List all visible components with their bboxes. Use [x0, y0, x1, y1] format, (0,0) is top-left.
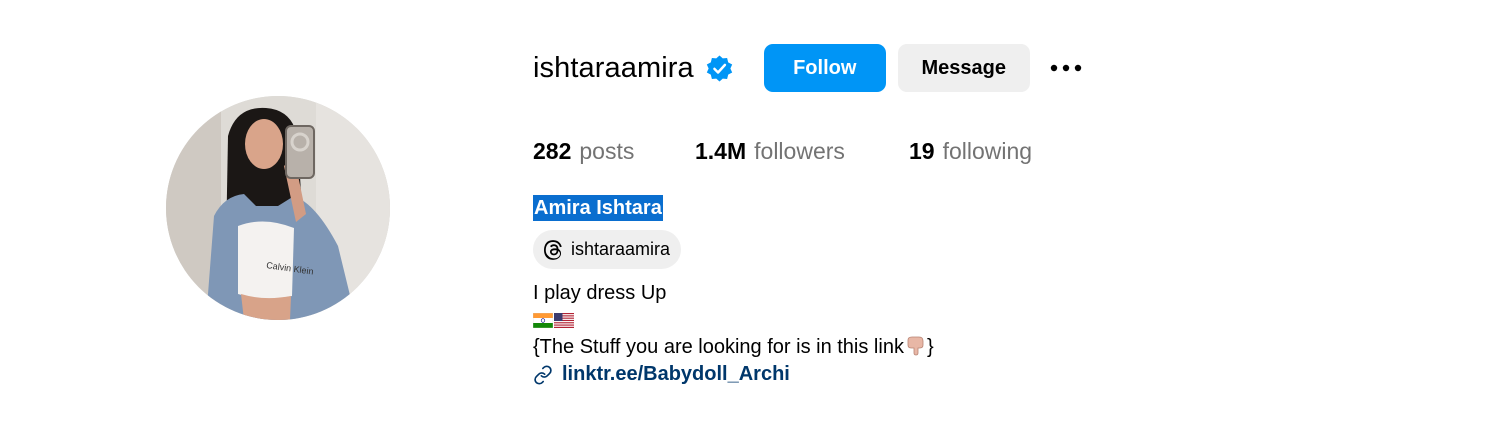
external-link[interactable]: linktr.ee/Babydoll_Archi [562, 361, 790, 388]
bio-line-3: {The Stuff you are looking for is in thi… [533, 334, 934, 361]
followers-label: followers [754, 138, 845, 164]
bio-line-3-text: {The Stuff you are looking for is in thi… [533, 336, 904, 358]
full-name: Amira Ishtara [533, 195, 663, 221]
posts-count: 282 [533, 138, 572, 164]
link-icon [534, 364, 552, 385]
followers-count: 1.4M [695, 138, 747, 164]
follow-button[interactable]: Follow [763, 44, 886, 92]
profile-avatar[interactable]: Calvin Klein [166, 96, 390, 320]
threads-handle: ishtaraamira [571, 239, 671, 259]
bio-line-3-suffix: } [926, 336, 934, 358]
bio-link-row: linktr.ee/Babydoll_Archi [533, 361, 934, 388]
more-options-icon[interactable] [1049, 44, 1083, 92]
posts-label: posts [579, 138, 635, 164]
posts-stat: 282 posts [533, 136, 695, 166]
profile-header: Calvin Klein ishtaraamira Follow Message… [0, 0, 1506, 429]
followers-stat[interactable]: 1.4M followers [695, 136, 909, 166]
bio: I play dress Up {The Stuff you are looki… [533, 280, 934, 388]
following-label: following [942, 138, 1033, 164]
usa-flag-icon [554, 313, 574, 328]
profile-header-row: ishtaraamira Follow Message [533, 44, 1083, 92]
following-count: 19 [909, 138, 935, 164]
bio-line-1: I play dress Up [533, 282, 667, 304]
username: ishtaraamira [533, 52, 694, 84]
threads-badge[interactable]: ishtaraamira [533, 230, 682, 269]
profile-stats: 282 posts 1.4M followers 19 following [533, 136, 1032, 166]
bio-flags [533, 307, 934, 334]
following-stat[interactable]: 19 following [909, 136, 1032, 166]
pointing-down-hand-icon [907, 336, 924, 356]
threads-icon [544, 239, 562, 260]
india-flag-icon [533, 313, 553, 328]
message-button[interactable]: Message [897, 44, 1030, 92]
profile-photo: Calvin Klein [166, 96, 390, 320]
verified-badge-icon [705, 54, 734, 83]
